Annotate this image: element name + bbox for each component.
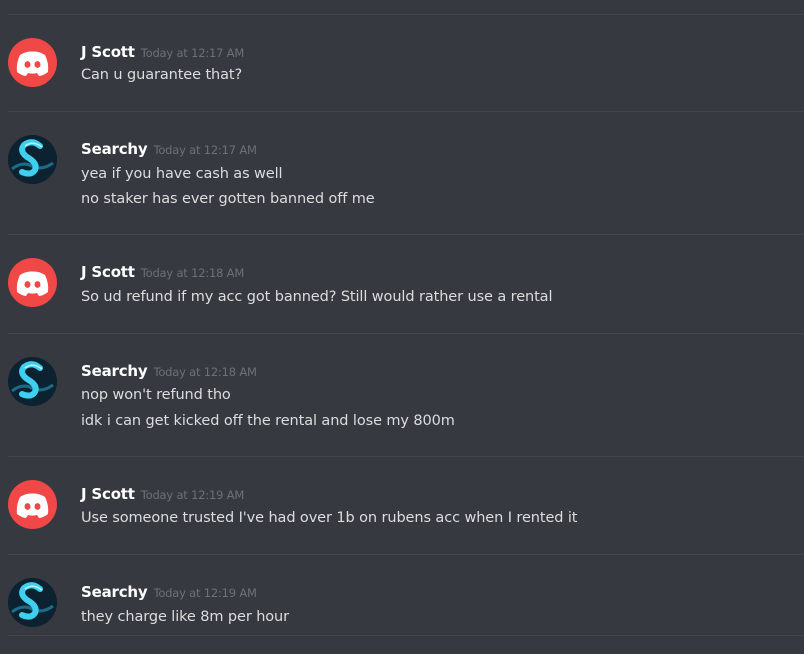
username[interactable]: J Scott: [81, 263, 135, 281]
searchy-avatar-icon[interactable]: [8, 357, 57, 406]
message-header: Searchy Today at 12:18 AM: [81, 361, 257, 381]
message-divider: [8, 234, 804, 235]
message-text: Use someone trusted I've had over 1b on …: [81, 510, 578, 526]
timestamp: Today at 12:19 AM: [140, 488, 245, 502]
username[interactable]: Searchy: [81, 583, 148, 601]
message-header: Searchy Today at 12:17 AM: [81, 139, 257, 159]
message-divider: [8, 14, 804, 15]
searchy-avatar-icon[interactable]: [8, 135, 57, 184]
message-text: yea if you have cash as well: [81, 166, 283, 182]
timestamp: Today at 12:18 AM: [140, 266, 245, 280]
message-header: J Scott Today at 12:18 AM: [81, 262, 244, 282]
timestamp: Today at 12:19 AM: [153, 586, 257, 600]
username[interactable]: Searchy: [81, 362, 148, 380]
username[interactable]: J Scott: [81, 43, 135, 61]
message-text: So ud refund if my acc got banned? Still…: [81, 289, 553, 305]
message-divider: [8, 635, 804, 636]
message-text: Can u guarantee that?: [81, 67, 243, 83]
message-text: they charge like 8m per hour: [81, 609, 290, 625]
message-header: Searchy Today at 12:19 AM: [81, 582, 257, 602]
searchy-avatar-icon[interactable]: [8, 578, 57, 627]
message-divider: [8, 333, 804, 334]
discord-logo-icon[interactable]: [8, 38, 57, 87]
message-divider: [8, 554, 804, 555]
username[interactable]: J Scott: [81, 485, 135, 503]
discord-logo-icon[interactable]: [8, 258, 57, 307]
chat-messages: J Scott Today at 12:17 AM Can u guarantee…: [0, 0, 804, 654]
message-text: no staker has ever gotten banned off me: [81, 191, 375, 207]
discord-logo-icon[interactable]: [8, 480, 57, 529]
username[interactable]: Searchy: [81, 140, 148, 158]
message-header: J Scott Today at 12:19 AM: [81, 484, 244, 504]
timestamp: Today at 12:17 AM: [140, 46, 245, 60]
message-divider: [8, 111, 804, 112]
message-text: idk i can get kicked off the rental and …: [81, 413, 455, 429]
message-text: nop won't refund tho: [81, 387, 231, 403]
message-header: J Scott Today at 12:17 AM: [81, 42, 244, 62]
message-divider: [8, 456, 804, 457]
timestamp: Today at 12:18 AM: [153, 365, 257, 379]
timestamp: Today at 12:17 AM: [153, 143, 257, 157]
